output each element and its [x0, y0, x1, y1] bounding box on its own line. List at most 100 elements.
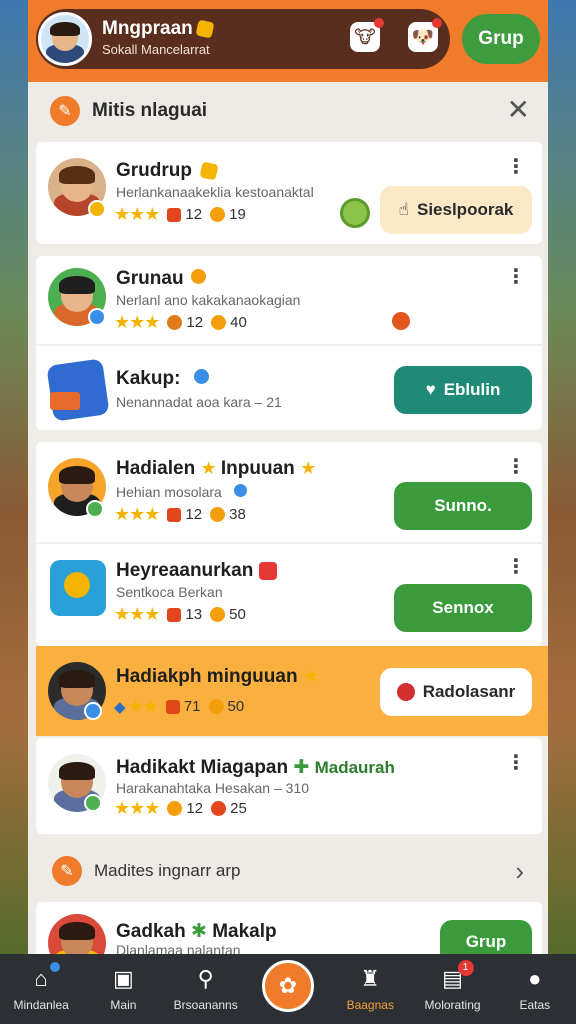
user-subtitle: Sokall Mancelarrat	[102, 42, 210, 57]
more-options-icon[interactable]: ⋮	[506, 457, 526, 477]
level-badge-icon	[88, 200, 106, 218]
more-options-icon[interactable]: ⋮	[506, 267, 526, 287]
rank-icon: ◆	[114, 698, 126, 716]
list-card: Hadialen ★ Inpuuan ★ Hehian mosolara ★★★…	[36, 442, 542, 646]
star-icon: ★	[200, 458, 216, 478]
coin-count: 50	[227, 698, 245, 715]
nav-item-search[interactable]: ⚲ Brsoananns	[165, 966, 247, 1012]
chevron-right-icon[interactable]: ›	[515, 856, 524, 887]
row-title: Hadikakt Miagapan ✚ Madaurah	[116, 757, 395, 778]
gem-count: 12	[185, 206, 203, 223]
book-accent-icon	[50, 392, 80, 410]
more-options-icon[interactable]: ⋮	[506, 753, 526, 773]
list-card: Gadkah ✱ Makalp Dlanlamaa nalantan Grup	[36, 902, 542, 954]
profile-bar[interactable]	[36, 9, 450, 69]
coin-icon	[211, 315, 227, 330]
gem-count: 71	[183, 698, 201, 715]
row-title: Hadialen ★ Inpuuan ★	[116, 458, 316, 479]
gem-icon	[167, 507, 182, 522]
user-avatar[interactable]	[38, 12, 92, 66]
row-stats: ★★★ 12 38	[114, 504, 246, 525]
nav-label: Baagnas	[346, 998, 394, 1012]
coin-count: 25	[230, 800, 247, 817]
nav-item-notifications[interactable]: ▤ 1 Molorating	[412, 960, 494, 1012]
level-badge-icon	[86, 500, 104, 518]
gem-icon	[167, 207, 182, 222]
fruit-icon	[392, 312, 410, 330]
nav-item-home[interactable]: ⌂ Mindanlea	[0, 962, 82, 1012]
shop-icon: ♜	[360, 966, 381, 991]
row-action-button[interactable]: Sunno.	[394, 482, 532, 530]
row-action-button[interactable]: Radolasanr	[380, 668, 532, 716]
star-rating-icon: ★★★	[114, 312, 160, 332]
nav-item-profile[interactable]: ● Eatas	[494, 966, 576, 1012]
coin-icon	[210, 207, 226, 222]
home-icon: ⌂	[28, 962, 61, 992]
row-title: Gadkah ✱ Makalp	[116, 921, 277, 942]
group-button[interactable]: Grup	[462, 14, 540, 64]
bottom-navigation: ⌂ Mindanlea ▣ Main ⚲ Brsoananns ✿ ♜ Baag…	[0, 954, 576, 1024]
more-options-icon[interactable]: ⋮	[506, 557, 526, 577]
user-name: Mngpraan	[102, 18, 215, 40]
level-badge-icon	[84, 794, 102, 812]
coin-count: 38	[229, 506, 246, 523]
row-stats: ★★★ 12 19	[114, 204, 246, 225]
row-subtitle: Herlankanaakeklia kestoanaktal	[116, 184, 314, 200]
coin-stack-icon	[64, 572, 90, 598]
row-subtitle: Nenannadat aoa kara – 21	[116, 394, 282, 410]
level-badge-icon	[84, 702, 102, 720]
coin-icon	[210, 507, 226, 522]
profile-icon: ●	[528, 966, 542, 991]
list-card: Grudrup Herlankanaakeklia kestoanaktal ★…	[36, 142, 542, 244]
star-rating-icon: ★★★	[114, 798, 160, 818]
more-options-icon[interactable]: ⋮	[506, 157, 526, 177]
group-button[interactable]: Grup	[440, 920, 532, 954]
nav-item-center[interactable]: ✿	[247, 960, 329, 1012]
row-action-button[interactable]: ♥ Eblulin	[394, 366, 532, 414]
nav-label: Eatas	[519, 998, 551, 1012]
close-icon[interactable]: ✕	[507, 96, 530, 124]
coin-icon	[167, 801, 183, 816]
cow-icon[interactable]: 🐮	[350, 18, 384, 52]
row-action-button[interactable]: Sennox	[394, 584, 532, 632]
badge-icon	[258, 561, 277, 580]
pencil-icon: ✎	[52, 856, 82, 886]
star-icon: ★	[300, 458, 316, 478]
gem-count: 13	[185, 606, 203, 623]
row-subtitle: Nerlanl ano kakakanaokagian	[116, 292, 301, 308]
list-card: Hadikakt Miagapan ✚ Madaurah Harakanahta…	[36, 738, 542, 834]
center-action-icon: ✿	[261, 960, 314, 1012]
info-icon	[233, 484, 247, 497]
more-section-title: Madites ingnarr arp	[94, 861, 241, 880]
row-stats: ★★★ 12 25	[114, 798, 247, 819]
gem-count: 12	[185, 506, 203, 523]
gem-count: 12	[186, 800, 204, 817]
highlighted-row[interactable]: Hadiakph minguuan ★ ◆ ★★ 71 50 Radolasan…	[36, 646, 548, 736]
nav-item-main[interactable]: ▣ Main	[82, 966, 164, 1012]
row-stats: ★★★ 13 50	[114, 604, 246, 625]
apple-icon	[396, 683, 415, 701]
nav-item-shop[interactable]: ♜ Baagnas	[329, 966, 411, 1012]
search-icon: ⚲	[197, 966, 214, 991]
coin-icon	[190, 269, 206, 284]
notification-badge: 1	[457, 960, 474, 976]
more-section-header[interactable]: ✎ Madites ingnarr arp ›	[28, 842, 548, 900]
row-action-button[interactable]: ☝ Sieslpoorak	[380, 186, 532, 234]
nav-label: Main	[110, 998, 137, 1012]
dog-icon[interactable]: 🐶	[408, 18, 442, 52]
gold-badge-icon	[195, 19, 215, 39]
chat-icon: ▣	[113, 966, 134, 991]
row-subtitle: Sentkoca Berkan	[116, 584, 223, 600]
row-title: Grudrup	[116, 160, 219, 182]
plus-icon: ✚	[293, 757, 310, 778]
row-title: Grunau	[116, 268, 210, 290]
coin-count: 19	[229, 206, 246, 223]
star-rating-icon: ★★	[127, 696, 159, 716]
gem-count: 12	[186, 314, 204, 331]
star-rating-icon: ★★★	[114, 604, 160, 624]
gem-icon	[165, 699, 180, 714]
section-title: Mitis nlaguai	[92, 100, 208, 121]
row-avatar[interactable]	[48, 914, 106, 954]
row-title: Hadiakph minguuan ★	[116, 666, 319, 687]
star-icon: ✱	[190, 921, 207, 942]
